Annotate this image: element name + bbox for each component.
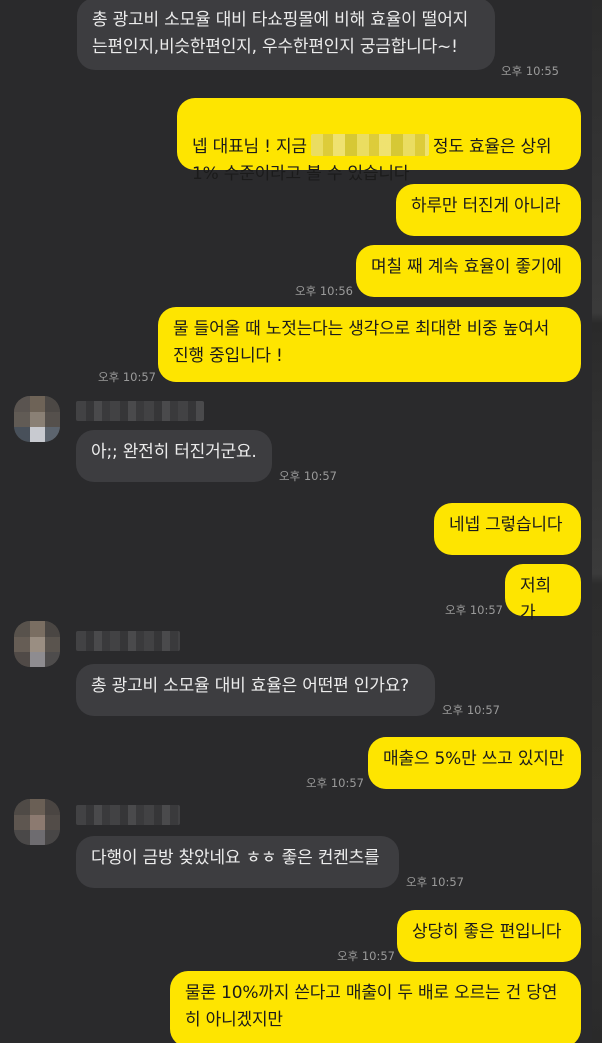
- blurred-avatar-icon[interactable]: [14, 396, 60, 442]
- message-text-part: 넵 대표님 ! 지금: [192, 137, 307, 157]
- outgoing-message[interactable]: 저희가: [505, 564, 581, 623]
- outgoing-message[interactable]: 하루만 터진게 아니라: [396, 184, 581, 236]
- outgoing-message[interactable]: 물 들어올 때 노젓는다는 생각으로 최대한 비중 높여서 진행 중입니다 !: [158, 307, 581, 382]
- message-time: 오후 10:57: [98, 370, 156, 384]
- redacted-text: [310, 134, 429, 156]
- blurred-avatar-icon[interactable]: [14, 621, 60, 667]
- message-time: 오후 10:55: [501, 64, 559, 78]
- message-time: 오후 10:57: [445, 603, 503, 617]
- incoming-message[interactable]: 다행이 금방 찾았네요 ㅎㅎ 좋은 컨켄츠를: [76, 836, 399, 888]
- message-time: 오후 10:57: [306, 776, 364, 790]
- message-time: 오후 10:57: [406, 875, 464, 889]
- outgoing-message[interactable]: 며칠 째 계속 효율이 좋기에: [356, 245, 581, 297]
- blurred-sender-name: [76, 805, 180, 825]
- message-time: 오후 10:57: [442, 703, 500, 717]
- chat-right-edge: [592, 0, 602, 1043]
- message-time: 오후 10:57: [337, 949, 395, 963]
- chat-window: 총 광고비 소모율 대비 타쇼핑몰에 비해 효율이 떨어지 는편인지,비슷한편인…: [0, 0, 602, 1043]
- incoming-message[interactable]: 총 광고비 소모율 대비 타쇼핑몰에 비해 효율이 떨어지 는편인지,비슷한편인…: [77, 0, 495, 70]
- outgoing-message[interactable]: 넵 대표님 ! 지금 정도 효율은 상위 1% 수준이라고 볼 수 있습니다: [177, 98, 581, 184]
- blurred-sender-name: [76, 631, 180, 651]
- blurred-sender-name: [76, 401, 204, 421]
- outgoing-message[interactable]: 네넵 그렇습니다: [434, 503, 581, 555]
- message-time: 오후 10:56: [295, 284, 353, 298]
- blurred-avatar-icon[interactable]: [14, 799, 60, 845]
- incoming-message[interactable]: 아;; 완전히 터진거군요.: [76, 430, 272, 482]
- incoming-message[interactable]: 총 광고비 소모율 대비 효율은 어떤편 인가요?: [76, 664, 435, 716]
- outgoing-message[interactable]: 물론 10%까지 쓴다고 매출이 두 배로 오르는 건 당연 히 아니겠지만: [170, 971, 581, 1043]
- outgoing-message[interactable]: 매출으 5%만 쓰고 있지만: [368, 737, 581, 789]
- outgoing-message[interactable]: 상당히 좋은 편입니다: [397, 910, 581, 962]
- message-time: 오후 10:57: [279, 469, 337, 483]
